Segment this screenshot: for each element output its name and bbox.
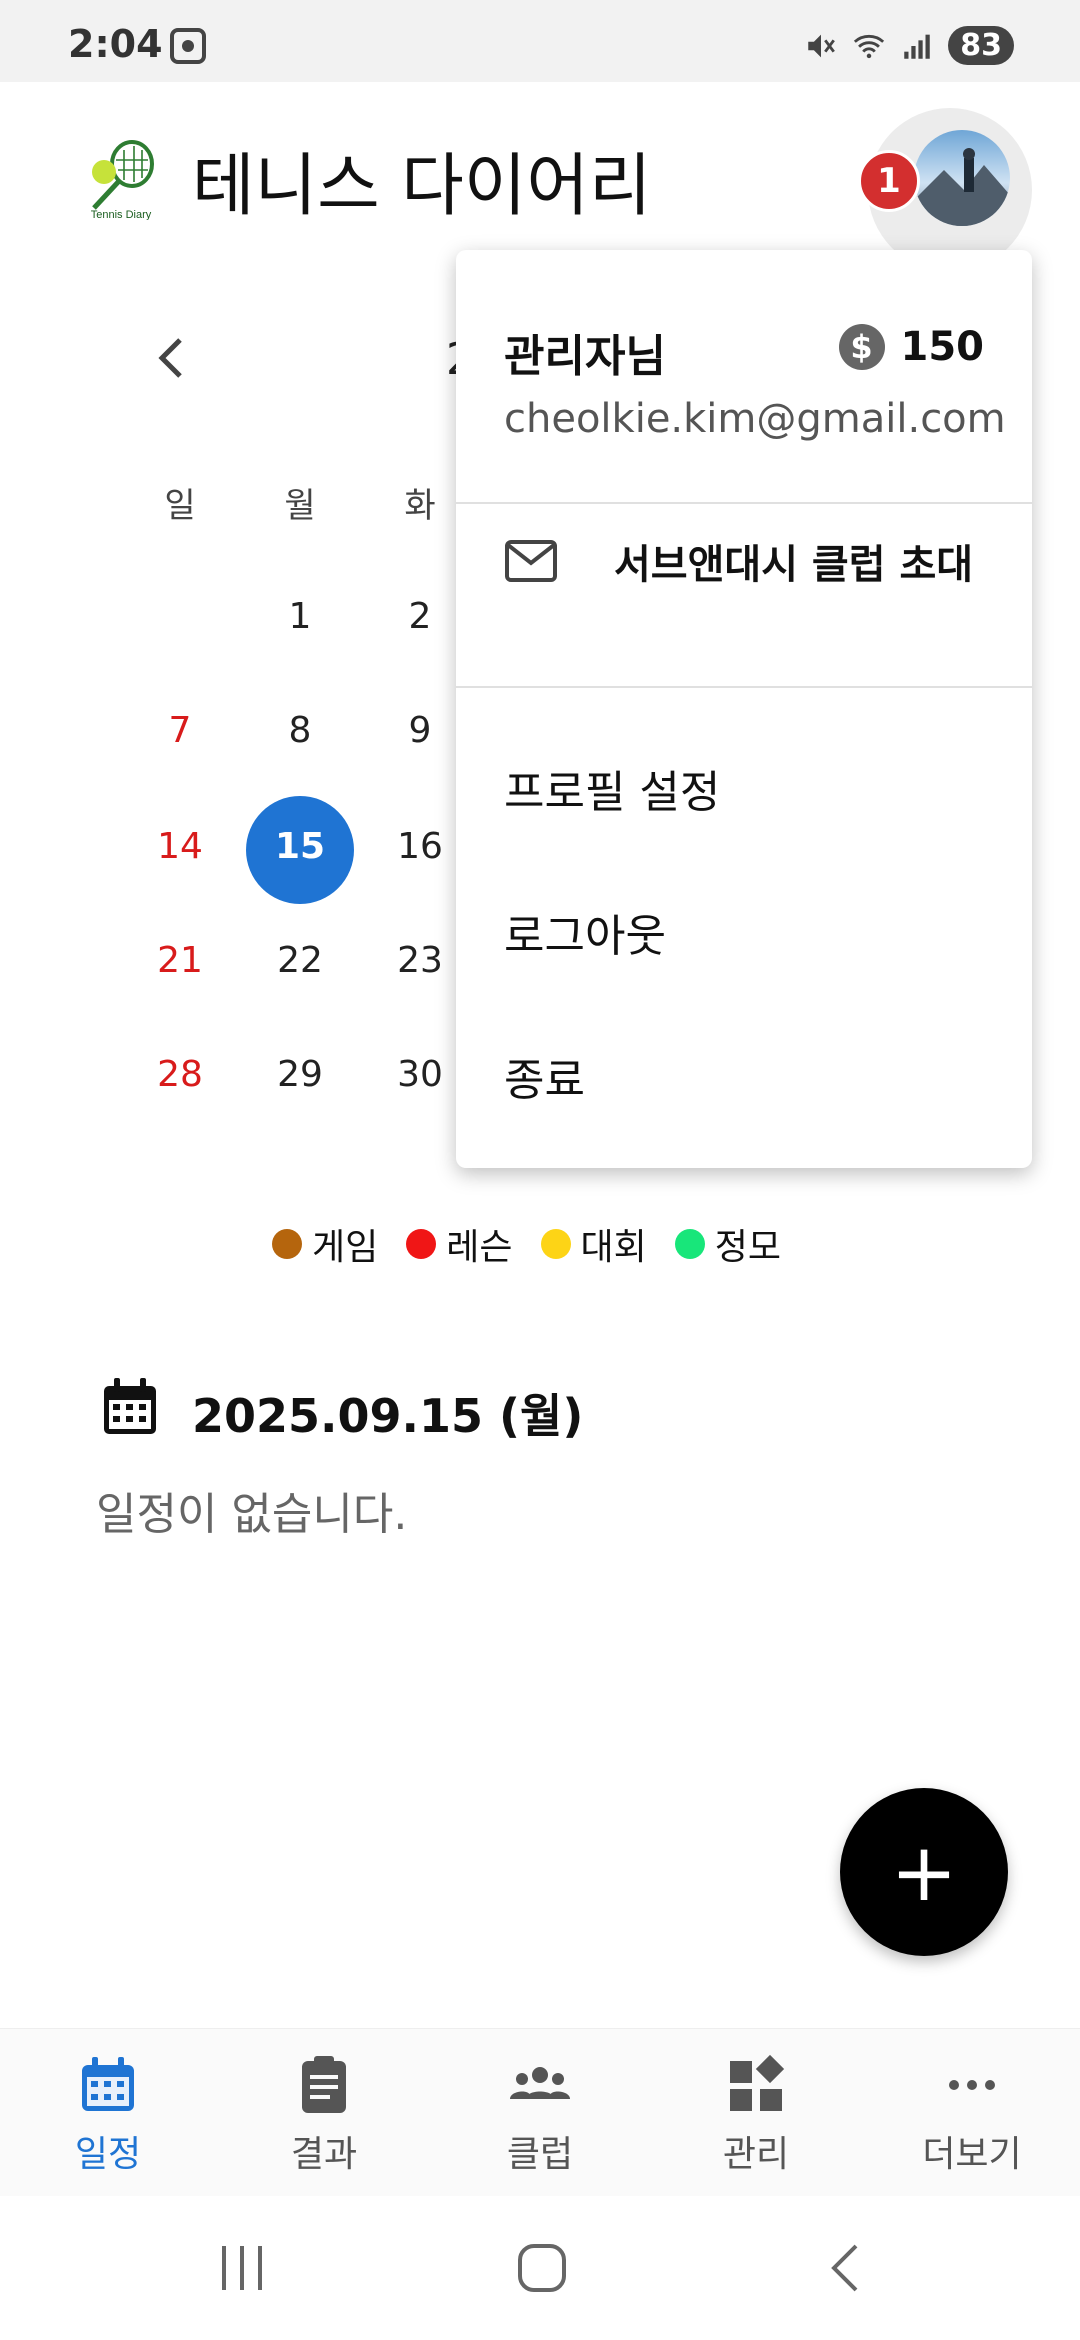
legend-label: 정모 — [714, 1227, 781, 1268]
legend-dot — [674, 1229, 705, 1259]
user-name: 관리자님 — [504, 331, 666, 382]
recent-apps-button[interactable] — [202, 2236, 282, 2300]
status-icons: 83 — [804, 26, 1014, 65]
tennis-logo-icon: Tennis Diary — [91, 140, 154, 220]
battery-indicator: 83 — [948, 26, 1014, 65]
nav-label: 관리 — [722, 2134, 790, 2175]
calendar-day[interactable]: 1 — [260, 596, 340, 637]
weekday-sun: 일 — [164, 486, 196, 526]
prev-month-button[interactable] — [150, 330, 190, 400]
legend-item-game: 게임 — [272, 1218, 378, 1270]
invite-label: 서브앤대시 클럽 초대 — [614, 542, 974, 588]
avatar-photo — [914, 148, 1010, 226]
mail-icon — [505, 540, 557, 582]
calendar-day[interactable]: 29 — [260, 1054, 340, 1095]
menu-divider — [456, 686, 1032, 688]
app-title: 테니스 다이어리 — [192, 147, 652, 226]
notification-badge[interactable]: 1 — [858, 150, 920, 212]
weekday-tue: 화 — [404, 486, 436, 526]
account-menu: 관리자님 $ 150 cheolkie.kim@gmail.com 서브앤대시 … — [456, 250, 1032, 1168]
coin-count: 150 — [900, 324, 985, 370]
legend-dot — [540, 1229, 571, 1259]
nav-label: 클럽 — [506, 2134, 574, 2175]
dollar-icon: $ — [838, 324, 885, 370]
widgets-icon — [730, 2054, 785, 2111]
calendar-day[interactable]: 23 — [380, 940, 460, 981]
add-schedule-button[interactable]: + — [840, 1788, 1008, 1956]
avatar — [914, 130, 1010, 226]
calendar-day[interactable]: 22 — [260, 940, 340, 981]
nav-label: 일정 — [74, 2134, 142, 2175]
nav-item-club[interactable]: 클럽 — [450, 2053, 630, 2177]
profile-settings-item[interactable]: 프로필 설정 — [504, 756, 720, 820]
nav-item-schedule[interactable]: 일정 — [18, 2053, 198, 2177]
calendar-day[interactable]: 14 — [140, 826, 220, 867]
nav-label: 결과 — [290, 2134, 358, 2175]
wifi-icon — [854, 34, 885, 58]
chevron-left-icon — [158, 338, 182, 378]
calendar-icon — [104, 1378, 156, 1434]
home-icon — [518, 2244, 566, 2292]
calendar-day[interactable]: 16 — [380, 826, 460, 867]
nav-label: 더보기 — [922, 2134, 1022, 2175]
calendar-day[interactable]: 30 — [380, 1054, 460, 1095]
clipboard-icon — [302, 2056, 346, 2113]
nav-item-more[interactable]: 더보기 — [882, 2053, 1062, 2177]
calendar-icon — [82, 2057, 134, 2111]
calendar-day-selected[interactable]: 15 — [260, 826, 340, 867]
calendar-day[interactable]: 7 — [140, 710, 220, 751]
empty-schedule-text: 일정이 없습니다. — [96, 1489, 408, 1540]
selected-date-title: 2025.09.15 (월) — [192, 1389, 584, 1443]
calendar-day[interactable]: 21 — [140, 940, 220, 981]
recents-icon — [222, 2246, 262, 2290]
legend-item-meetup: 정모 — [674, 1218, 781, 1270]
weekday-mon: 월 — [284, 486, 316, 526]
calendar-day[interactable]: 8 — [260, 710, 340, 751]
plus-icon: + — [890, 1825, 958, 1919]
system-navigation — [0, 2196, 1080, 2340]
event-legend: 게임 레슨 대회 정모 — [272, 1218, 781, 1270]
legend-label: 게임 — [312, 1227, 379, 1268]
legend-item-lesson: 레슨 — [406, 1218, 513, 1270]
invite-club-button[interactable]: 서브앤대시 클럽 초대 — [504, 532, 973, 590]
legend-item-tournament: 대회 — [540, 1218, 647, 1270]
legend-label: 대회 — [580, 1227, 647, 1268]
home-button[interactable] — [502, 2236, 582, 2300]
calendar-day[interactable]: 9 — [380, 710, 460, 751]
status-bar: 2:04 83 — [0, 0, 1080, 82]
legend-dot — [272, 1229, 302, 1259]
back-icon — [831, 2244, 858, 2292]
calendar-day[interactable]: 28 — [140, 1054, 220, 1095]
nav-item-results[interactable]: 결과 — [234, 2053, 414, 2177]
logo-text: Tennis Diary — [91, 209, 152, 220]
legend-label: 레슨 — [446, 1227, 513, 1268]
user-email: cheolkie.kim@gmail.com — [504, 396, 1006, 442]
bottom-navigation: 일정 결과 클럽 관리 더보기 — [0, 2028, 1080, 2196]
legend-dot — [406, 1229, 437, 1259]
back-button[interactable] — [806, 2236, 886, 2300]
coin-balance: $ 150 — [838, 324, 985, 370]
signal-icon — [904, 34, 930, 59]
group-icon — [510, 2067, 570, 2099]
more-icon — [949, 2080, 995, 2090]
mute-icon — [808, 34, 836, 57]
nav-item-manage[interactable]: 관리 — [666, 2053, 846, 2177]
calendar-day[interactable]: 2 — [380, 596, 460, 637]
status-time: 2:04 — [68, 22, 163, 66]
exit-item[interactable]: 종료 — [504, 1044, 585, 1108]
menu-divider — [456, 502, 1032, 504]
logout-item[interactable]: 로그아웃 — [504, 900, 666, 964]
screenshot-icon — [170, 28, 206, 64]
